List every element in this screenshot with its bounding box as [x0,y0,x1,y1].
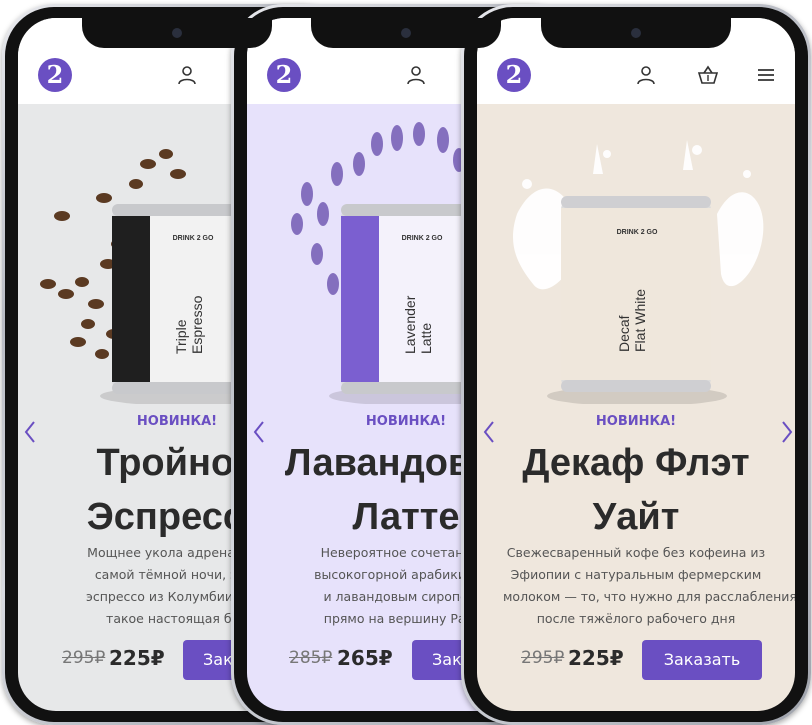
desc-line: Эфиопии с натуральным фермерским [510,567,762,582]
menu-icon[interactable] [755,64,777,86]
camera [172,28,182,38]
old-price: 295₽ [62,648,106,668]
product-description: Свежесваренный кофе без кофеина из Эфиоп… [503,542,795,630]
product-image: DRINK 2 GO Decaf Flat White [477,104,795,404]
old-price: 285₽ [289,648,333,668]
logo-icon[interactable]: 2 [497,58,531,92]
can-name-line1: Lavender [402,295,418,354]
logo-icon[interactable]: 2 [267,58,301,92]
user-icon[interactable] [635,64,657,86]
new-price: 225₽ [109,646,165,670]
product-title: Декаф Флэт Уайт [477,436,795,544]
price-row: 295₽ 225₽ Заказать [477,640,795,680]
user-icon[interactable] [176,64,198,86]
title-line-2: Уайт [592,496,680,538]
desc-line: молоком — то, что нужно для расслабления [503,589,795,604]
order-button[interactable]: Заказать [642,640,762,680]
new-badge: НОВИНКА! [595,414,677,429]
can-brand: DRINK 2 GO [402,235,443,242]
logo-icon[interactable]: 2 [38,58,72,92]
title-line-1: Декаф Флэт [522,442,750,484]
can-name-line2: Flat White [632,289,648,352]
can-name-line2: Latte [418,323,434,354]
desc-line: после тяжёлого рабочего дня [536,611,736,626]
desc-line: Свежесваренный кофе без кофеина из [506,545,766,560]
camera [631,28,641,38]
old-price: 295₽ [521,648,565,668]
can-name-line1: Decaf [616,315,632,352]
can-name-line1: Triple [173,319,189,354]
phone-mockup-decaf: 2 DRINK 2 GO Decaf Flat White НОВИНКА! Д… [461,4,811,725]
camera [401,28,411,38]
can-name-line2: Espresso [189,295,205,354]
can-brand: DRINK 2 GO [617,229,658,236]
can-brand: DRINK 2 GO [173,235,214,242]
new-price: 265₽ [337,646,393,670]
basket-icon[interactable] [697,64,719,86]
screen: 2 [477,18,795,711]
new-price: 225₽ [568,646,624,670]
user-icon[interactable] [405,64,427,86]
